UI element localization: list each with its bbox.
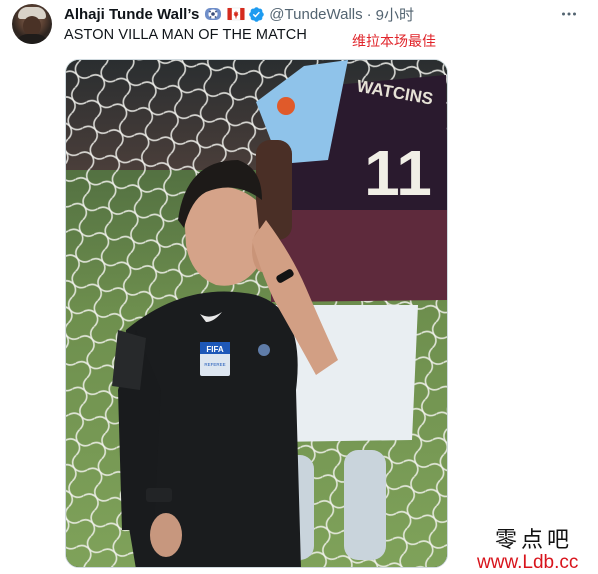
- fifa-badge-text: FIFA: [206, 345, 224, 354]
- avatar-shirt: [14, 34, 50, 44]
- tweet-header: Alhaji Tunde Wall’s @TundeWalls · 9小时: [64, 3, 414, 25]
- separator-dot: ·: [366, 5, 372, 23]
- watermark-site-url: www.Ldb.cc: [477, 552, 579, 573]
- avatar[interactable]: [12, 4, 52, 44]
- tweet-text: ASTON VILLA MAN OF THE MATCH: [64, 27, 307, 43]
- fifa-badge-subtext: REFEREE: [204, 362, 225, 367]
- soccer-ball-emoji-icon: [204, 6, 222, 22]
- tweet-timestamp[interactable]: 9小时: [376, 4, 414, 25]
- avatar-face: [23, 16, 41, 36]
- photo-scene: WATCINS 11 FIFA REFEREE: [66, 60, 447, 567]
- tweet-photo[interactable]: WATCINS 11 FIFA REFEREE: [65, 59, 448, 568]
- user-handle[interactable]: @TundeWalls: [269, 6, 362, 23]
- canada-flag-emoji-icon: [227, 6, 246, 22]
- jersey-number: 11: [364, 137, 432, 209]
- watermark-site-name: 零点吧: [495, 528, 574, 553]
- translation-overlay: 维拉本场最佳: [352, 34, 436, 50]
- site-watermark: 零点吧 www.Ldb.cc: [475, 522, 595, 574]
- verified-badge-icon: [248, 6, 265, 23]
- tweet: Alhaji Tunde Wall’s @TundeWalls · 9小时 AS…: [0, 0, 598, 574]
- display-name[interactable]: Alhaji Tunde Wall’s: [64, 6, 199, 23]
- ellipsis-icon[interactable]: [560, 5, 578, 23]
